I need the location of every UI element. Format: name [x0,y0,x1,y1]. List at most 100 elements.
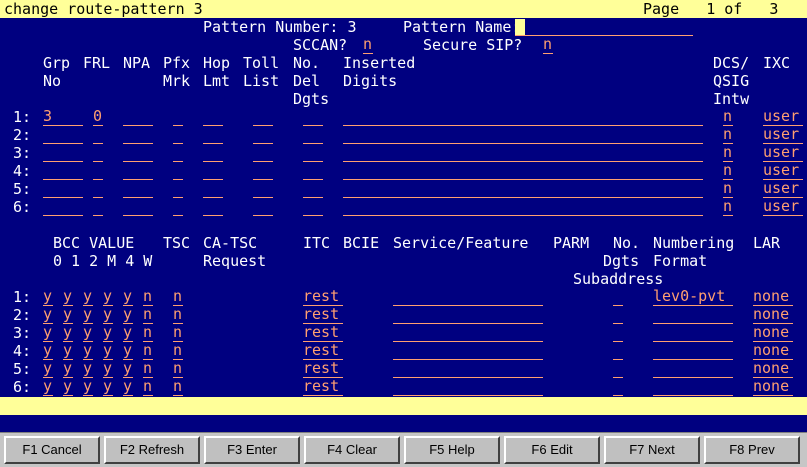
lar-field[interactable]: none [753,306,793,324]
dcs-field[interactable]: n [723,144,733,162]
bcc-field[interactable]: y [123,360,133,378]
tsc-field[interactable]: n [173,306,183,324]
del-field[interactable] [303,198,323,216]
grp-field[interactable] [43,144,83,162]
bcc-field[interactable]: n [143,360,153,378]
hop-field[interactable] [203,108,223,126]
secure-sip-field[interactable]: n [543,36,553,54]
function-key-f5-help[interactable]: F5 Help [404,436,500,464]
lar-field[interactable]: none [753,360,793,378]
npa-field[interactable] [123,108,153,126]
service-feature-field[interactable] [393,306,543,324]
numbering-format-field[interactable] [653,324,733,342]
inserted-digits-field[interactable] [343,198,703,216]
pattern-name-field[interactable] [515,18,693,36]
toll-field[interactable] [253,108,273,126]
bcc-field[interactable]: y [63,324,73,342]
bcc-field[interactable]: y [83,342,93,360]
function-key-f7-next[interactable]: F7 Next [604,436,700,464]
toll-field[interactable] [253,198,273,216]
function-key-f3-enter[interactable]: F3 Enter [204,436,300,464]
ixc-field[interactable]: user [763,126,803,144]
bcc-field[interactable]: y [103,360,113,378]
no-dgts-field[interactable] [613,342,623,360]
bcc-field[interactable]: y [123,306,133,324]
ixc-field[interactable]: user [763,180,803,198]
no-dgts-field[interactable] [613,306,623,324]
grp-field[interactable]: 3 [43,108,83,126]
del-field[interactable] [303,144,323,162]
bcc-field[interactable]: n [143,306,153,324]
inserted-digits-field[interactable] [343,180,703,198]
bcc-field[interactable]: y [103,288,113,306]
bcc-field[interactable]: y [123,324,133,342]
tsc-field[interactable]: n [173,324,183,342]
itc-field[interactable]: rest [303,324,343,342]
hop-field[interactable] [203,180,223,198]
inserted-digits-field[interactable] [343,144,703,162]
bcc-field[interactable]: y [83,324,93,342]
bcc-field[interactable]: y [83,378,93,396]
bcc-field[interactable]: n [143,378,153,396]
bcc-field[interactable]: y [43,378,53,396]
grp-field[interactable] [43,198,83,216]
function-key-f2-refresh[interactable]: F2 Refresh [104,436,200,464]
bcc-field[interactable]: y [123,342,133,360]
numbering-format-field[interactable] [653,306,733,324]
itc-field[interactable]: rest [303,288,343,306]
tsc-field[interactable]: n [173,342,183,360]
pfx-field[interactable] [173,108,183,126]
ixc-field[interactable]: user [763,144,803,162]
bcc-field[interactable]: y [43,342,53,360]
del-field[interactable] [303,126,323,144]
ixc-field[interactable]: user [763,198,803,216]
del-field[interactable] [303,162,323,180]
toll-field[interactable] [253,180,273,198]
service-feature-field[interactable] [393,342,543,360]
function-key-f6-edit[interactable]: F6 Edit [504,436,600,464]
bcc-field[interactable]: n [143,324,153,342]
tsc-field[interactable]: n [173,288,183,306]
tsc-field[interactable]: n [173,360,183,378]
dcs-field[interactable]: n [723,180,733,198]
itc-field[interactable]: rest [303,306,343,324]
toll-field[interactable] [253,144,273,162]
toll-field[interactable] [253,126,273,144]
frl-field[interactable] [93,126,103,144]
numbering-format-field[interactable] [653,342,733,360]
npa-field[interactable] [123,198,153,216]
frl-field[interactable] [93,198,103,216]
bcc-field[interactable]: y [63,342,73,360]
inserted-digits-field[interactable] [343,126,703,144]
hop-field[interactable] [203,162,223,180]
hop-field[interactable] [203,198,223,216]
bcc-field[interactable]: y [103,324,113,342]
bcc-field[interactable]: y [103,306,113,324]
frl-field[interactable] [93,180,103,198]
dcs-field[interactable]: n [723,126,733,144]
npa-field[interactable] [123,144,153,162]
pfx-field[interactable] [173,162,183,180]
pfx-field[interactable] [173,126,183,144]
bcc-field[interactable]: y [123,378,133,396]
sccan-field[interactable]: n [363,36,373,54]
bcc-field[interactable]: y [83,360,93,378]
service-feature-field[interactable] [393,288,543,306]
dcs-field[interactable]: n [723,198,733,216]
bcc-field[interactable]: y [43,288,53,306]
function-key-f8-prev[interactable]: F8 Prev [704,436,800,464]
numbering-format-field[interactable] [653,378,733,396]
itc-field[interactable]: rest [303,378,343,396]
no-dgts-field[interactable] [613,324,623,342]
function-key-f1-cancel[interactable]: F1 Cancel [4,436,100,464]
hop-field[interactable] [203,144,223,162]
grp-field[interactable] [43,180,83,198]
itc-field[interactable]: rest [303,360,343,378]
del-field[interactable] [303,180,323,198]
grp-field[interactable] [43,162,83,180]
del-field[interactable] [303,108,323,126]
numbering-format-field[interactable]: lev0-pvt [653,288,733,306]
inserted-digits-field[interactable] [343,108,703,126]
lar-field[interactable]: none [753,324,793,342]
service-feature-field[interactable] [393,324,543,342]
